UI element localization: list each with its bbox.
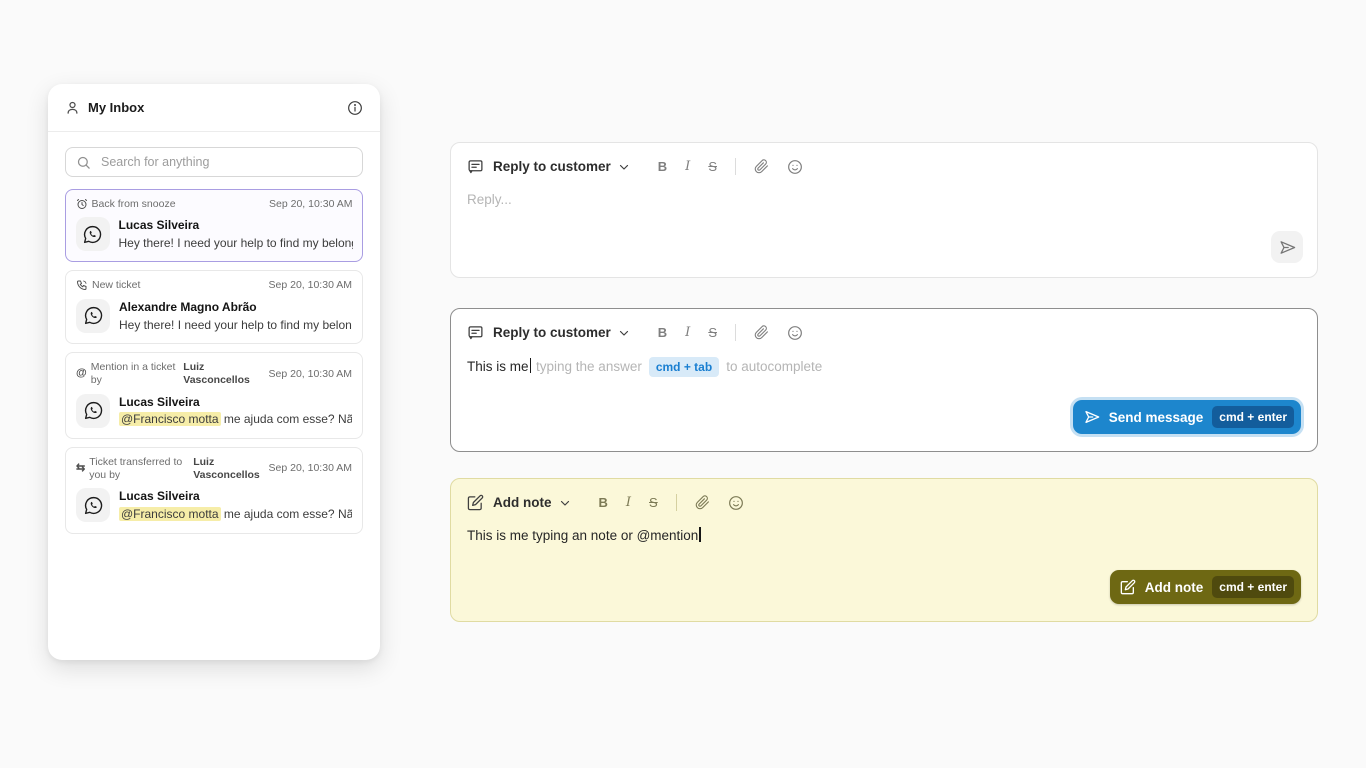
timestamp: Sep 20, 10:30 AM xyxy=(269,368,352,381)
event-actor: Luiz Vasconcellos xyxy=(183,361,264,386)
reply-input[interactable]: This is me typing the answer cmd + tab to a… xyxy=(451,341,1317,377)
bold-button[interactable]: B xyxy=(658,160,667,173)
composer-mode-label[interactable]: Add note xyxy=(493,495,552,510)
cmd-enter-shortcut-chip: cmd + enter xyxy=(1212,576,1294,598)
contact-name: Lucas Silveira xyxy=(119,488,352,505)
conversation-item-mention[interactable]: @ Mention in a ticket by Luiz Vasconcell… xyxy=(65,352,363,439)
italic-button[interactable]: I xyxy=(626,496,631,509)
reply-composer-typing: Reply to customer B I S This is me typing… xyxy=(450,308,1318,452)
person-icon xyxy=(65,100,80,115)
search-icon xyxy=(76,155,91,170)
chevron-down-icon[interactable] xyxy=(618,161,630,173)
at-mention-icon: @ xyxy=(76,368,87,379)
whatsapp-icon xyxy=(76,488,110,522)
event-actor: Luiz Vasconcellos xyxy=(193,456,264,481)
transfer-icon: ⇆ xyxy=(76,463,85,474)
note-input[interactable]: This is me typing an note or @mention xyxy=(451,511,1317,546)
paperclip-icon[interactable] xyxy=(754,325,769,340)
italic-button[interactable]: I xyxy=(685,326,690,339)
contact-name: Lucas Silveira xyxy=(119,217,353,234)
reply-composer-empty: Reply to customer B I S Reply... xyxy=(450,142,1318,278)
italic-button[interactable]: I xyxy=(685,160,690,173)
typed-text: This is me xyxy=(467,359,529,374)
emoji-icon[interactable] xyxy=(787,159,803,175)
whatsapp-icon xyxy=(76,394,110,428)
strikethrough-button[interactable]: S xyxy=(708,326,717,339)
chat-bubble-icon xyxy=(467,158,484,175)
toolbar-divider xyxy=(676,494,677,511)
contact-name: Lucas Silveira xyxy=(119,394,352,411)
send-message-label: Send message xyxy=(1109,410,1204,425)
chevron-down-icon[interactable] xyxy=(618,327,630,339)
event-label: Mention in a ticket by xyxy=(91,361,180,386)
app-canvas: My Inbox Back from snooze Sep 20, 1 xyxy=(0,0,1366,768)
reply-placeholder: Reply... xyxy=(467,192,512,207)
strikethrough-button[interactable]: S xyxy=(649,496,658,509)
add-note-label: Add note xyxy=(1145,580,1204,595)
search-input[interactable] xyxy=(99,154,352,170)
bold-button[interactable]: B xyxy=(599,496,608,509)
emoji-icon[interactable] xyxy=(787,325,803,341)
snooze-clock-icon xyxy=(76,198,88,210)
info-icon[interactable] xyxy=(347,100,363,116)
search-box[interactable] xyxy=(65,147,363,177)
mention-highlight: @Francisco motta xyxy=(119,507,221,521)
mention-highlight: @Francisco motta xyxy=(119,412,221,426)
timestamp: Sep 20, 10:30 AM xyxy=(269,279,352,292)
cmd-tab-shortcut-chip: cmd + tab xyxy=(649,357,719,377)
reply-input[interactable]: Reply... xyxy=(451,175,1317,210)
conversation-item-back-from-snooze[interactable]: Back from snooze Sep 20, 10:30 AM Lucas … xyxy=(65,189,363,262)
add-note-button[interactable]: Add note cmd + enter xyxy=(1110,570,1301,604)
emoji-icon[interactable] xyxy=(728,495,744,511)
cmd-enter-shortcut-chip: cmd + enter xyxy=(1212,406,1294,428)
text-cursor xyxy=(699,527,701,542)
message-preview: Hey there! I need your help to find my b… xyxy=(119,317,352,334)
event-label: Back from snooze xyxy=(92,198,176,211)
composer-mode-label[interactable]: Reply to customer xyxy=(493,159,611,174)
inbox-panel: My Inbox Back from snooze Sep 20, 1 xyxy=(48,84,380,660)
note-pencil-icon xyxy=(1120,579,1136,595)
inbox-title: My Inbox xyxy=(88,100,144,115)
composer-mode-label[interactable]: Reply to customer xyxy=(493,325,611,340)
note-composer: Add note B I S This is me typing an note… xyxy=(450,478,1318,622)
toolbar-divider xyxy=(735,324,736,341)
whatsapp-icon xyxy=(76,299,110,333)
autocomplete-ghost-text: typing the answer xyxy=(536,359,642,374)
send-message-button[interactable]: Send message cmd + enter xyxy=(1073,400,1301,434)
phone-icon xyxy=(76,279,88,291)
typed-text: This is me typing an note or @mention xyxy=(467,528,698,543)
conversation-item-transferred[interactable]: ⇆ Ticket transferred to you by Luiz Vasc… xyxy=(65,447,363,534)
toolbar-divider xyxy=(735,158,736,175)
event-label: New ticket xyxy=(92,279,140,292)
contact-name: Alexandre Magno Abrão xyxy=(119,299,352,316)
conversation-list: Back from snooze Sep 20, 10:30 AM Lucas … xyxy=(65,189,363,534)
inbox-header: My Inbox xyxy=(48,84,380,132)
paperclip-icon[interactable] xyxy=(695,495,710,510)
send-button-disabled[interactable] xyxy=(1271,231,1303,263)
message-preview: @Francisco motta me ajuda com esse? Não … xyxy=(119,506,352,523)
bold-button[interactable]: B xyxy=(658,326,667,339)
autocomplete-hint-text: to autocomplete xyxy=(726,359,822,374)
text-cursor xyxy=(530,358,532,373)
whatsapp-icon xyxy=(76,217,110,251)
conversation-item-new-ticket[interactable]: New ticket Sep 20, 10:30 AM Alexandre Ma… xyxy=(65,270,363,344)
send-icon xyxy=(1084,409,1100,425)
strikethrough-button[interactable]: S xyxy=(708,160,717,173)
timestamp: Sep 20, 10:30 AM xyxy=(269,462,352,475)
message-preview: @Francisco motta me ajuda com esse? Não … xyxy=(119,411,352,428)
note-pencil-icon xyxy=(467,494,484,511)
chevron-down-icon[interactable] xyxy=(559,497,571,509)
send-icon xyxy=(1279,239,1296,256)
paperclip-icon[interactable] xyxy=(754,159,769,174)
event-label: Ticket transferred to you by xyxy=(89,456,189,481)
message-preview: Hey there! I need your help to find my b… xyxy=(119,235,353,252)
timestamp: Sep 20, 10:30 AM xyxy=(269,198,352,211)
chat-bubble-icon xyxy=(467,324,484,341)
